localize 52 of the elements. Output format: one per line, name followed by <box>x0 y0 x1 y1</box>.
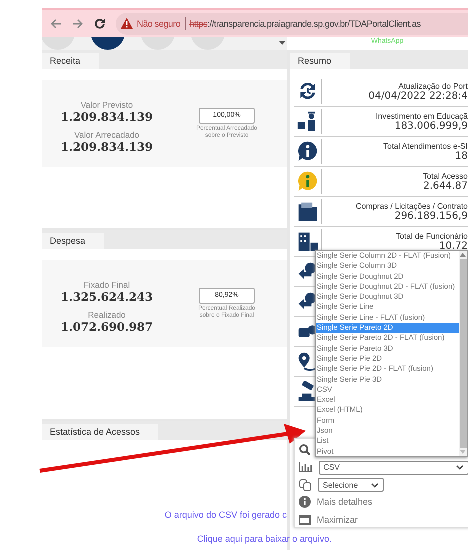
summary-label: Total de Funcionário <box>396 232 468 240</box>
menu-item[interactable]: Mais detalhes <box>317 497 373 508</box>
value-text: 1.325.624.243 <box>60 290 154 304</box>
select-dropdown[interactable]: Selecione <box>318 478 384 492</box>
folder-icon <box>296 200 318 222</box>
summary-value: 18 <box>455 150 468 162</box>
reload-icon <box>94 18 106 30</box>
caret-icon <box>279 41 286 45</box>
summary-label: Compras / Licitações / Contrato <box>356 202 468 210</box>
value-label: Realizado <box>88 310 126 320</box>
window-icon <box>299 514 311 525</box>
back-icon <box>50 18 62 30</box>
download-link[interactable]: Clique aqui para baixar o arquivo. <box>197 534 332 544</box>
summary-value: 296.189.156,9 <box>394 210 468 222</box>
summary-value: 04/04/2022 22:28:4 <box>368 90 468 102</box>
url-text: https://transparencia.praiagrande.sp.gov.br/TDAPortalClient.as <box>190 18 421 28</box>
scroll-down-icon <box>460 450 466 454</box>
chevron-icon <box>371 482 379 488</box>
chart-type-select[interactable]: CSV <box>318 460 468 475</box>
info-icon <box>296 140 318 162</box>
summary-label: Total Acesso <box>423 172 468 180</box>
copy-icon <box>299 478 312 492</box>
value-label: Valor Previsto <box>80 100 134 110</box>
info-icon <box>296 170 318 192</box>
summary-value: 10.72 <box>439 240 468 252</box>
menu-item[interactable]: Maximizar <box>317 514 358 525</box>
value-text: 1.072.690.987 <box>60 320 154 334</box>
bar-chart-icon <box>299 462 313 474</box>
tab[interactable]: Estatística de Acessos <box>42 424 158 440</box>
tab[interactable]: Despesa <box>42 233 104 249</box>
value-text: 1.209.834.139 <box>60 140 154 154</box>
scroll-up-icon <box>460 253 466 257</box>
warning-icon <box>121 18 133 29</box>
value-label: Fixado Final <box>84 280 130 290</box>
tab[interactable]: Receita <box>42 53 99 69</box>
info-icon <box>299 496 311 508</box>
summary-value: 2.644.87 <box>423 180 468 192</box>
forward-icon <box>72 18 84 30</box>
security-label: Não seguro <box>137 18 181 28</box>
scrollbar-thumb[interactable] <box>460 259 466 448</box>
scrollbar[interactable] <box>459 251 467 456</box>
value-label: Valor Arrecadado <box>74 130 140 140</box>
address-bar[interactable]: Não seguro https://transparencia.praiagrande.sp.gov.br/TDAPortalClient.as <box>116 12 468 34</box>
summary-label: Total Atendimentos e-SI <box>384 142 468 150</box>
status-message: O arquivo do CSV foi gerado c <box>164 510 287 520</box>
tab[interactable]: Resumo <box>290 53 350 69</box>
value-text: 1.209.834.139 <box>60 110 154 124</box>
summary-value: 183.006.999,9 <box>394 120 468 132</box>
summary-label: Atualização do Port <box>398 82 468 90</box>
summary-label: Investimento em Educaçã <box>376 112 468 120</box>
search-icon <box>299 444 311 456</box>
chevron-icon <box>456 465 464 470</box>
